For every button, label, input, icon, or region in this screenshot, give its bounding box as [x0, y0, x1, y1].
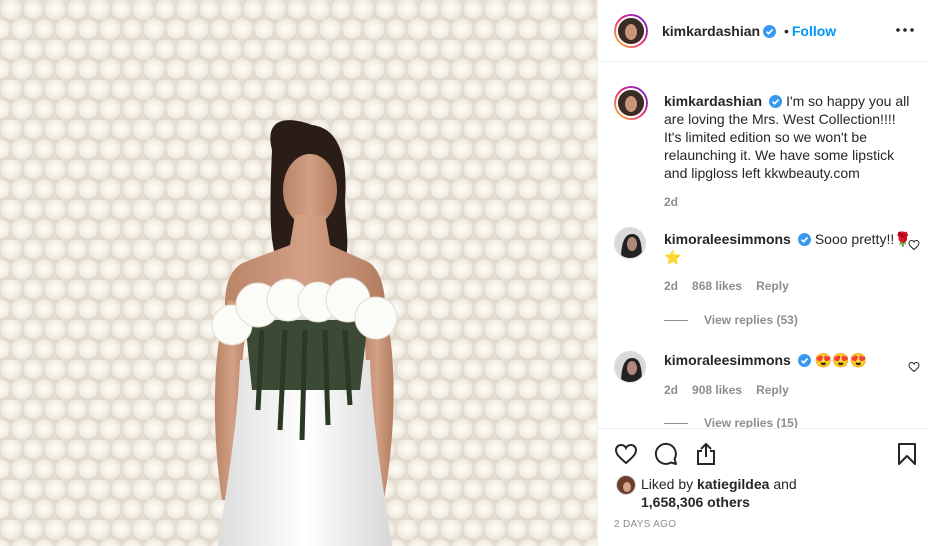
post-image[interactable] — [0, 0, 597, 546]
caption: kimkardashian I'm so happy you all are lo… — [664, 92, 916, 182]
liked-by-prefix: Liked by — [641, 476, 694, 492]
comment-2-text: 😍😍😍 — [814, 352, 868, 368]
caption-username[interactable]: kimkardashian — [664, 93, 762, 109]
comment-1-meta: 2d 868 likes Reply — [664, 279, 803, 293]
bookmark-icon[interactable] — [895, 442, 919, 466]
comment-like-heart-icon[interactable] — [908, 239, 920, 251]
verified-badge-icon — [763, 25, 777, 38]
comment-avatar[interactable] — [614, 351, 646, 383]
caption-meta: 2d — [664, 195, 692, 209]
avatar-image-icon — [618, 18, 644, 44]
follow-button[interactable]: Follow — [792, 23, 836, 39]
header-user-line: kimkardashian • Follow — [662, 23, 836, 39]
comment-2-view-replies[interactable]: View replies (15) — [664, 416, 798, 428]
caption-age[interactable]: 2d — [664, 195, 678, 209]
verified-badge-icon — [769, 95, 783, 108]
comment-1-reply-button[interactable]: Reply — [756, 279, 789, 293]
post-timestamp[interactable]: 2 DAYS AGO — [614, 519, 676, 530]
avatar-image-icon — [618, 90, 644, 116]
comment-1-view-replies[interactable]: View replies (53) — [664, 313, 798, 327]
post-side-panel: kimkardashian • Follow kimkardashian I'm s… — [597, 0, 928, 546]
comment-2-age[interactable]: 2d — [664, 383, 678, 397]
likes-count[interactable]: 1,658,306 others — [641, 494, 750, 510]
liked-by-summary: Liked by katiegildea and 1,658,306 other… — [641, 475, 797, 511]
verified-badge-icon — [797, 354, 811, 367]
comment-2-username[interactable]: kimoraleesimmons — [664, 352, 791, 368]
post-actions: Liked by katiegildea and 1,658,306 other… — [598, 428, 928, 546]
header-separator: • — [783, 23, 789, 39]
comment-2: kimoraleesimmons 😍😍😍 — [664, 351, 916, 369]
liked-by-user[interactable]: katiegildea — [697, 476, 769, 492]
comment-like-heart-icon[interactable] — [908, 361, 920, 373]
liker-avatar[interactable] — [616, 475, 636, 495]
comment-2-reply-button[interactable]: Reply — [756, 383, 789, 397]
comment-1-username[interactable]: kimoraleesimmons — [664, 231, 791, 247]
avatar-image-icon — [617, 476, 635, 494]
post-header: kimkardashian • Follow — [598, 0, 928, 62]
avatar-image-icon — [615, 228, 645, 258]
author-username[interactable]: kimkardashian — [662, 23, 760, 39]
verified-badge-icon — [797, 233, 811, 246]
comment-1-age[interactable]: 2d — [664, 279, 678, 293]
caption-avatar[interactable] — [614, 86, 648, 120]
comment-avatar[interactable] — [614, 227, 646, 259]
comments-list[interactable]: kimkardashian I'm so happy you all are lo… — [598, 62, 928, 428]
avatar-image-icon — [615, 352, 645, 382]
comment-2-likes[interactable]: 908 likes — [692, 383, 742, 397]
author-avatar[interactable] — [614, 14, 648, 48]
liked-by-and: and — [773, 476, 797, 492]
more-options-icon[interactable] — [895, 22, 915, 38]
comment-1: kimoraleesimmons Sooo pretty!!🌹⭐ — [664, 230, 916, 266]
share-upload-icon[interactable] — [694, 442, 718, 466]
post-photo-illustration — [0, 0, 597, 546]
comment-bubble-icon[interactable] — [654, 442, 678, 466]
comment-2-meta: 2d 908 likes Reply — [664, 383, 803, 397]
like-heart-icon[interactable] — [614, 442, 638, 466]
comment-1-likes[interactable]: 868 likes — [692, 279, 742, 293]
